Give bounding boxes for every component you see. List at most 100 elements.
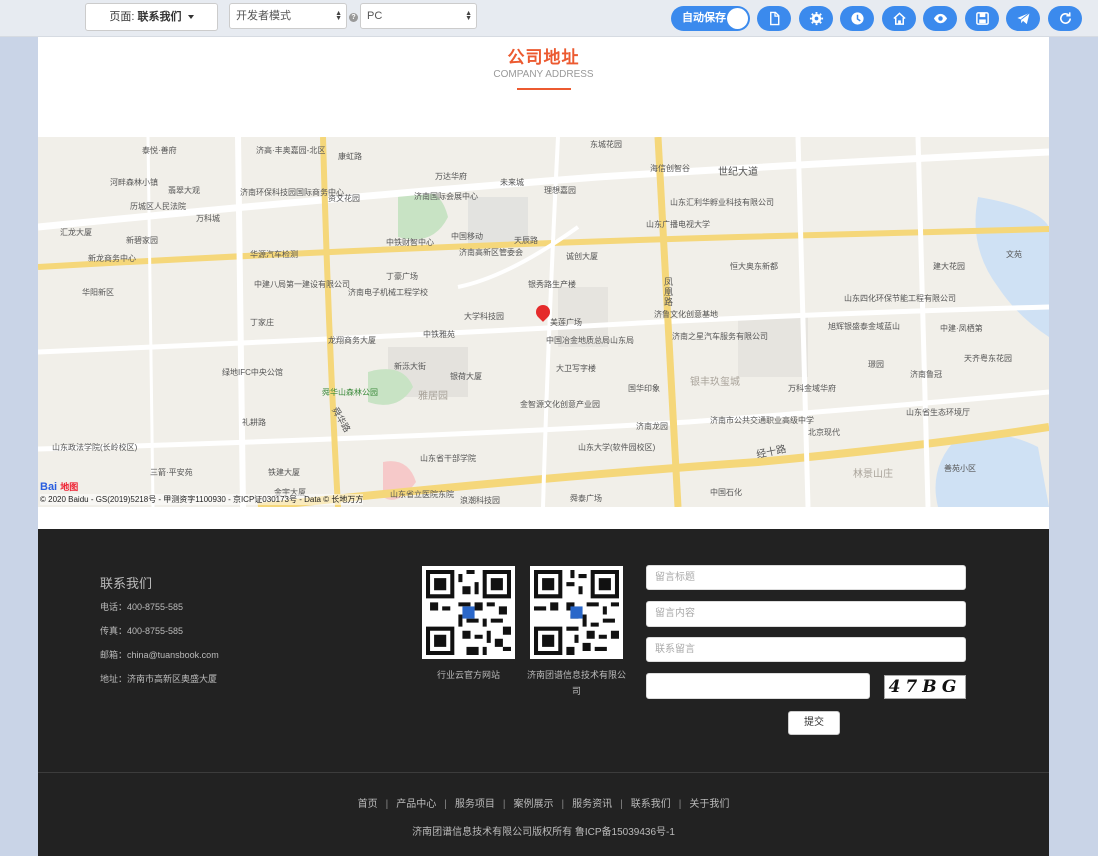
map-label: 济南国际会展中心 <box>414 192 478 201</box>
map-label: 新泺大街 <box>394 362 426 371</box>
contact-fax: 传真：400-8755-585 <box>100 626 184 636</box>
map-label: 天齐粤东花园 <box>964 354 1012 363</box>
map-label: 文苑 <box>1006 250 1022 259</box>
device-select-value: PC <box>367 10 383 22</box>
map-label: 未来城 <box>500 178 524 187</box>
map-label: 铁建大厦 <box>268 468 300 477</box>
map-label: 新碧家园 <box>126 236 158 245</box>
save-icon <box>975 12 989 25</box>
publish-button[interactable] <box>1006 6 1040 31</box>
map-label: 舜华山森林公园 <box>322 388 378 397</box>
map-label: 金智源文化创意产业园 <box>520 400 600 409</box>
title-underline <box>517 88 571 90</box>
map-label: 雅居园 <box>418 391 448 402</box>
caret-down-icon <box>187 15 194 20</box>
map-label: 舜泰广场 <box>570 494 602 503</box>
footer-nav: 首页 | 产品中心 | 服务项目 | 案例展示 | 服务资讯 | 联系我们 | 关于我们 <box>38 795 1049 810</box>
map-label: 泰悦·善府 <box>142 146 177 155</box>
refresh-button[interactable] <box>1048 6 1082 31</box>
map-label: 世纪大道 <box>718 167 758 178</box>
map-label: 河畔森林小镇 <box>110 178 158 187</box>
contact-address: 地址：济南市高新区奥盛大厦 <box>100 674 218 684</box>
preview-button[interactable] <box>923 6 957 31</box>
map-label: 华源汽车检测 <box>250 250 298 259</box>
nav-separator: | <box>620 799 623 810</box>
nav-separator: | <box>385 799 389 810</box>
clock-icon <box>850 12 864 25</box>
contact-phone: 电话：400-8755-585 <box>100 602 184 612</box>
page-canvas: 公司地址 COMPANY ADDRESS 泰悦·善府 济高·丰奥嘉园-北区 康虹… <box>38 37 1049 856</box>
footer-nav-news[interactable]: 服务资讯 <box>572 799 612 810</box>
nav-separator: | <box>502 799 506 810</box>
map-label: 善苑小区 <box>944 464 976 473</box>
settings-icon <box>809 11 823 26</box>
map-label: 济南之星汽车服务有限公司 <box>672 332 768 341</box>
page-selector-value: 联系我们 <box>137 11 182 23</box>
map-label: 旭辉银盛泰金域蓝山 <box>828 322 900 331</box>
map-label: 海信创智谷 <box>650 164 690 173</box>
map-bottom-spacer <box>38 507 1049 529</box>
baidu-logo: Bai 地图 <box>40 480 78 493</box>
map-label: 大卫写字楼 <box>556 364 596 373</box>
footer-nav-products[interactable]: 产品中心 <box>396 799 436 810</box>
map-label: 中建八局第一建设有限公司 <box>254 280 350 289</box>
map-label: 资文花园 <box>328 194 360 203</box>
site-footer: 联系我们 电话：400-8755-585 传真：400-8755-585 邮箱：… <box>38 529 1049 856</box>
map-label: 建大花园 <box>933 262 965 271</box>
message-title-input[interactable]: 留言标题 <box>646 565 966 590</box>
submit-button[interactable]: 提交 <box>788 711 840 735</box>
map-label: 礼耕路 <box>242 418 266 427</box>
mode-select[interactable]: 开发者模式 ▲ ▼ <box>229 3 347 29</box>
toggle-knob <box>727 8 748 29</box>
map-label: 恒大奥东新都 <box>730 262 778 271</box>
contact-title: 联系我们 <box>100 576 153 591</box>
map-label: 济南高新区管委会 <box>459 248 523 257</box>
autosave-label: 自动保存 <box>682 12 726 24</box>
home-button[interactable] <box>882 6 916 31</box>
map-label: 凤凰路 <box>664 277 674 307</box>
map-label: 绿地IFC中央公馆 <box>222 368 283 377</box>
history-button[interactable] <box>840 6 874 31</box>
map-label: 万科金域华府 <box>788 384 836 393</box>
settings-button[interactable] <box>799 6 833 31</box>
footer-nav-home[interactable]: 首页 <box>358 799 378 810</box>
map-copyright: © 2020 Baidu - GS(2019)5218号 - 甲测资字11009… <box>40 494 364 505</box>
message-contact-input[interactable]: 联系留言 <box>646 637 966 662</box>
baidu-map[interactable]: 泰悦·善府 济高·丰奥嘉园-北区 康虹路 万达华府 未来城 理想嘉园 东城花园 … <box>38 137 1049 507</box>
device-select[interactable]: PC ▲ ▼ <box>360 3 477 29</box>
map-label: 济高·丰奥嘉园-北区 <box>256 146 326 155</box>
map-label: 新龙商务中心 <box>88 254 136 263</box>
map-label: 济南电子机械工程学校 <box>348 288 428 297</box>
file-icon <box>769 11 779 26</box>
footer-copyright: 济南团谱信息技术有限公司版权所有 鲁ICP备15039436号-1 <box>412 827 675 838</box>
mode-select-value: 开发者模式 <box>236 10 291 22</box>
map-label: 银秀路生产楼 <box>528 280 576 289</box>
map-label: 历城区人民法院 <box>130 202 186 211</box>
map-label: 丁豪广场 <box>386 272 418 281</box>
footer-nav-cases[interactable]: 案例展示 <box>514 799 554 810</box>
refresh-icon <box>1059 12 1071 24</box>
section-title: 公司地址 <box>507 48 580 67</box>
map-label: 翡翠大观 <box>168 186 200 195</box>
footer-nav-services[interactable]: 服务项目 <box>455 799 495 810</box>
map-label: 国华印象 <box>628 384 660 393</box>
footer-nav-about[interactable]: 关于我们 <box>689 799 729 810</box>
baidu-logo-text: Bai <box>40 481 58 493</box>
captcha-image[interactable]: 47BG <box>884 675 966 699</box>
new-page-button[interactable] <box>757 6 791 31</box>
save-button[interactable] <box>965 6 999 31</box>
address-section-header: 公司地址 COMPANY ADDRESS <box>38 37 1049 137</box>
help-icon[interactable]: ? <box>349 13 358 22</box>
message-content-textarea[interactable]: 留言内容 <box>646 601 966 627</box>
footer-nav-contact[interactable]: 联系我们 <box>631 799 671 810</box>
baidu-logo-text-2: 地图 <box>60 482 79 492</box>
map-label: 济鲁文化创意基地 <box>654 310 718 319</box>
autosave-toggle[interactable]: 自动保存 <box>671 6 750 31</box>
page-selector[interactable]: 页面: 联系我们 <box>85 3 218 31</box>
eye-icon <box>933 13 947 24</box>
map-label: 山东政法学院(长岭校区) <box>52 443 138 452</box>
map-label: 山东省立医院东院 <box>390 490 454 499</box>
map-label: 中建·凤栖第 <box>940 324 983 333</box>
captcha-input[interactable] <box>646 673 870 699</box>
section-subtitle: COMPANY ADDRESS <box>493 69 594 80</box>
